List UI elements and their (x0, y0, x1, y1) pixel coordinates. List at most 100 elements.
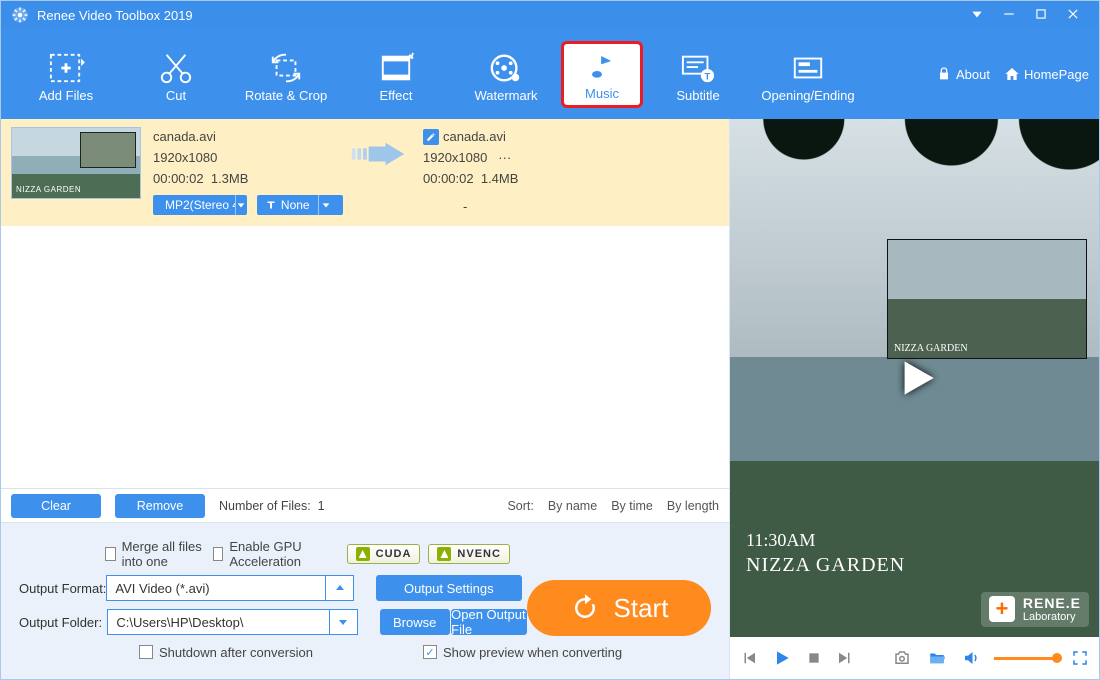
shutdown-label: Shutdown after conversion (159, 645, 313, 660)
bottom-panel: Merge all files into one Enable GPU Acce… (1, 522, 729, 679)
tool-label: Opening/Ending (753, 88, 863, 103)
output-format-label: Output Format: (19, 581, 106, 596)
play-button[interactable] (772, 648, 792, 668)
shutdown-checkbox[interactable]: Shutdown after conversion (139, 645, 313, 660)
tool-label: Rotate & Crop (231, 88, 341, 103)
start-label: Start (614, 593, 669, 624)
dest-filename: canada.avi (443, 127, 506, 148)
app-title: Renee Video Toolbox 2019 (37, 8, 193, 23)
browse-button[interactable]: Browse (380, 609, 450, 635)
prev-button[interactable] (740, 649, 758, 667)
volume-button[interactable] (962, 649, 980, 667)
arrow-icon (343, 139, 413, 169)
sort-by-time[interactable]: By time (611, 499, 653, 513)
preview-controls (730, 637, 1099, 679)
title-bar: Renee Video Toolbox 2019 (1, 1, 1099, 29)
output-folder-value: C:\Users\HP\Desktop\ (107, 609, 329, 635)
merge-label: Merge all files into one (122, 539, 213, 569)
dest-dash: - (423, 197, 518, 218)
homepage-link[interactable]: HomePage (1004, 66, 1089, 82)
watermark-icon (451, 48, 561, 88)
tool-opening-ending[interactable]: Opening/Ending (753, 46, 863, 103)
source-size: 1.3MB (211, 171, 249, 186)
file-row[interactable]: NIZZA GARDEN canada.avi 1920x1080 00:00:… (1, 119, 729, 226)
window-maximize-button[interactable] (1025, 7, 1057, 24)
tool-label: Watermark (451, 88, 561, 103)
text-t-icon (265, 199, 277, 211)
refresh-icon (570, 593, 600, 623)
open-output-button[interactable]: Open Output File (451, 609, 527, 635)
left-panel: NIZZA GARDEN canada.avi 1920x1080 00:00:… (1, 119, 729, 679)
file-list: NIZZA GARDEN canada.avi 1920x1080 00:00:… (1, 119, 729, 488)
tool-label: Cut (121, 88, 231, 103)
lock-icon (936, 66, 952, 82)
preview-checkbox[interactable]: ✓Show preview when converting (423, 645, 622, 660)
tool-label: Music (564, 86, 640, 101)
audio-pill-label: MP2(Stereo 4 (165, 196, 235, 215)
window-minimize-button[interactable] (993, 7, 1025, 24)
tool-label: Subtitle (643, 88, 753, 103)
clear-button[interactable]: Clear (11, 494, 101, 518)
source-info: canada.avi 1920x1080 00:00:02 1.3MB MP2(… (153, 127, 343, 215)
opening-ending-icon (753, 48, 863, 88)
dest-dims: 1920x1080 (423, 150, 487, 165)
tool-music[interactable]: Music (561, 41, 643, 108)
subtitle-icon: T (643, 48, 753, 88)
video-preview[interactable]: NIZZA GARDEN 11:30AM NIZZA GARDEN + RENE… (730, 119, 1099, 637)
chevron-down-icon[interactable] (235, 195, 247, 215)
chevron-up-icon[interactable] (326, 575, 354, 601)
svg-text:T: T (705, 71, 711, 82)
tool-effect[interactable]: Effect (341, 46, 451, 103)
snapshot-button[interactable] (892, 649, 912, 667)
sort-label: Sort: (507, 499, 533, 513)
open-folder-button[interactable] (926, 649, 948, 667)
subtitle-pill[interactable]: None (257, 195, 343, 215)
tool-rotate-crop[interactable]: Rotate & Crop (231, 46, 341, 103)
window-dropdown-button[interactable] (961, 7, 993, 24)
subtitle-pill-label: None (281, 196, 310, 215)
source-duration: 00:00:02 (153, 171, 204, 186)
window-close-button[interactable] (1057, 7, 1089, 24)
gpu-checkbox[interactable]: Enable GPU Acceleration (213, 539, 333, 569)
dest-more: ··· (498, 150, 511, 165)
edit-icon[interactable] (423, 129, 439, 145)
main-area: NIZZA GARDEN canada.avi 1920x1080 00:00:… (1, 119, 1099, 679)
about-link[interactable]: About (936, 66, 990, 82)
dest-duration: 00:00:02 (423, 171, 474, 186)
file-thumbnail: NIZZA GARDEN (11, 127, 141, 199)
file-count-label: Number of Files: (219, 499, 311, 513)
tool-label: Add Files (11, 88, 121, 103)
tool-subtitle[interactable]: T Subtitle (643, 46, 753, 103)
preview-panel: NIZZA GARDEN 11:30AM NIZZA GARDEN + RENE… (729, 119, 1099, 679)
add-files-icon (11, 48, 121, 88)
tool-cut[interactable]: Cut (121, 46, 231, 103)
app-window: Renee Video Toolbox 2019 Add Files Cut R… (0, 0, 1100, 680)
volume-slider[interactable] (994, 657, 1057, 660)
preview-time: 11:30AM (746, 530, 815, 551)
homepage-label: HomePage (1024, 67, 1089, 82)
start-button[interactable]: Start (527, 580, 711, 636)
home-icon (1004, 66, 1020, 82)
effect-icon (341, 48, 451, 88)
next-button[interactable] (836, 649, 854, 667)
play-overlay-button[interactable] (883, 346, 947, 410)
chevron-down-icon[interactable] (330, 609, 358, 635)
file-count: 1 (318, 499, 325, 513)
list-actions: Clear Remove Number of Files: 1 Sort: By… (1, 488, 729, 522)
output-folder-label: Output Folder: (19, 615, 107, 630)
sort-by-name[interactable]: By name (548, 499, 597, 513)
output-folder-combo[interactable]: C:\Users\HP\Desktop\ (107, 609, 357, 635)
audio-pill[interactable]: MP2(Stereo 4 (153, 195, 247, 215)
tool-label: Effect (341, 88, 451, 103)
output-settings-button[interactable]: Output Settings (376, 575, 522, 601)
tool-add-files[interactable]: Add Files (11, 46, 121, 103)
stop-button[interactable] (806, 650, 822, 666)
sort-by-length[interactable]: By length (667, 499, 719, 513)
tool-watermark[interactable]: Watermark (451, 46, 561, 103)
chevron-down-icon[interactable] (318, 195, 334, 215)
merge-checkbox[interactable]: Merge all files into one (105, 539, 213, 569)
fullscreen-button[interactable] (1071, 649, 1089, 667)
output-format-combo[interactable]: AVI Video (*.avi) (106, 575, 354, 601)
source-dims: 1920x1080 (153, 148, 343, 169)
remove-button[interactable]: Remove (115, 494, 205, 518)
